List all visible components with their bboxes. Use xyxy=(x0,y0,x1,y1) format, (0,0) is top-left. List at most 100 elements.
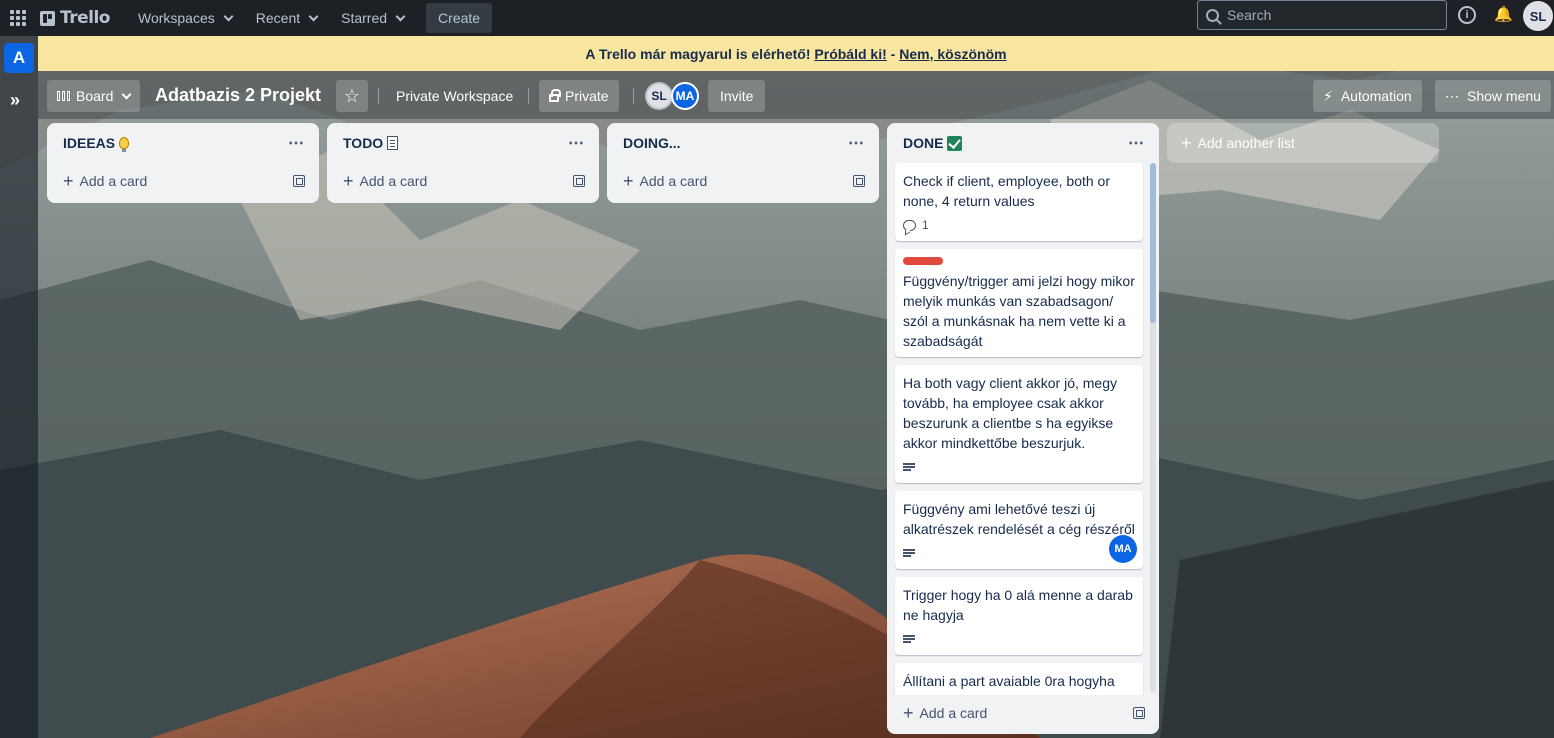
account-avatar[interactable]: SL xyxy=(1523,1,1553,31)
plus-icon: + xyxy=(1181,133,1192,153)
list-header[interactable]: DONE ⋯ xyxy=(887,123,1159,163)
banner-try-link[interactable]: Próbáld ki! xyxy=(814,46,886,62)
card-member-avatar[interactable]: MA xyxy=(1109,535,1137,563)
list-title: IDEEAS xyxy=(63,135,116,151)
recent-label: Recent xyxy=(255,10,301,26)
expand-sidebar-icon[interactable]: » xyxy=(10,90,20,111)
card-title: Állítani a part avaiable 0ra hogyha xyxy=(903,673,1115,689)
card-title: Check if client, employee, both or none,… xyxy=(903,173,1110,209)
invite-button[interactable]: Invite xyxy=(708,80,766,112)
list-actions-ellipsis-icon[interactable]: ⋯ xyxy=(842,131,871,155)
card[interactable]: Trigger hogy ha 0 alá menne a darab ne h… xyxy=(895,577,1143,655)
visibility-label: Private xyxy=(565,88,609,104)
list-ideeas: IDEEAS ⋯ + Add a card xyxy=(47,123,319,203)
board-view-switcher[interactable]: Board xyxy=(47,80,141,112)
light-bulb-icon xyxy=(119,137,130,152)
workspace-sidebar: A » xyxy=(0,36,38,738)
list-footer: + Add a card xyxy=(891,695,1155,731)
card-template-icon[interactable] xyxy=(1133,707,1145,719)
board-visibility-button[interactable]: Private xyxy=(539,80,619,112)
card-label-red[interactable] xyxy=(903,257,943,265)
header-divider xyxy=(633,88,634,104)
list-title: DOING... xyxy=(623,135,681,151)
card-template-icon[interactable] xyxy=(853,175,865,187)
list-header[interactable]: DOING... ⋯ xyxy=(607,123,879,163)
chevron-down-icon xyxy=(121,89,132,99)
chevron-down-icon xyxy=(395,11,406,21)
lock-icon xyxy=(549,89,561,102)
add-card-button[interactable]: + Add a card xyxy=(623,172,708,190)
app-switcher-button[interactable] xyxy=(0,0,36,36)
list-header[interactable]: IDEEAS ⋯ xyxy=(47,123,319,163)
list-actions-ellipsis-icon[interactable]: ⋯ xyxy=(1122,131,1151,155)
notifications-bell-icon[interactable]: 🔔 xyxy=(1494,6,1513,24)
brand-name: Trello xyxy=(60,8,110,28)
automation-button[interactable]: ⚡︎ Automation xyxy=(1313,80,1422,112)
board-view-icon xyxy=(57,91,70,101)
recent-menu[interactable]: Recent xyxy=(246,3,327,33)
description-icon xyxy=(903,463,915,471)
card-title: Trigger hogy ha 0 alá menne a darab ne h… xyxy=(903,587,1133,623)
list-footer: + Add a card xyxy=(611,163,875,199)
member-avatar[interactable]: SL xyxy=(645,82,673,110)
add-card-label: Add a card xyxy=(359,173,428,189)
list-title-wrap: IDEEAS xyxy=(63,135,130,152)
workspaces-menu[interactable]: Workspaces xyxy=(128,3,242,33)
search-placeholder: Search xyxy=(1227,7,1272,23)
add-list-button[interactable]: + Add another list xyxy=(1167,123,1439,163)
show-menu-button[interactable]: ⋯ Show menu xyxy=(1435,80,1551,112)
memo-icon xyxy=(387,136,399,150)
create-button[interactable]: Create xyxy=(426,3,493,33)
banner-decline-link[interactable]: Nem, köszönöm xyxy=(899,46,1006,62)
trello-logo[interactable]: Trello xyxy=(36,4,114,32)
card[interactable]: Check if client, employee, both or none,… xyxy=(895,163,1143,241)
card-list: Check if client, employee, both or none,… xyxy=(887,163,1159,695)
search-input[interactable]: Search xyxy=(1197,0,1447,30)
add-card-button[interactable]: + Add a card xyxy=(903,703,987,723)
list-scrollbar[interactable] xyxy=(1150,163,1156,693)
starred-menu[interactable]: Starred xyxy=(331,3,414,33)
card-template-icon[interactable] xyxy=(573,175,585,187)
card[interactable]: Állítani a part avaiable 0ra hogyha xyxy=(895,663,1143,695)
comment-icon xyxy=(903,219,916,231)
add-list-label: Add another list xyxy=(1197,135,1295,151)
card[interactable]: Ha both vagy client akkor jó, megy továb… xyxy=(895,365,1143,483)
card-template-icon[interactable] xyxy=(293,175,305,187)
list-actions-ellipsis-icon[interactable]: ⋯ xyxy=(562,131,591,155)
add-card-label: Add a card xyxy=(79,173,148,189)
card-title: Ha both vagy client akkor jó, megy továb… xyxy=(903,375,1117,451)
card[interactable]: Függvény ami lehetővé teszi új alkatrész… xyxy=(895,491,1143,569)
star-icon[interactable]: ☆ xyxy=(336,80,368,112)
list-footer: + Add a card xyxy=(331,163,595,199)
chevron-down-icon xyxy=(308,11,319,21)
chevron-down-icon xyxy=(223,11,234,21)
card[interactable]: Függvény/trigger ami jelzi hogy mikor me… xyxy=(895,249,1143,357)
card-badges xyxy=(903,543,1135,563)
plus-icon: + xyxy=(343,171,354,191)
header-divider xyxy=(528,88,529,104)
board-title[interactable]: Adatbazis 2 Projekt xyxy=(155,85,321,106)
description-icon xyxy=(903,635,915,643)
add-card-label: Add a card xyxy=(639,173,708,189)
card-title: Függvény ami lehetővé teszi új alkatrész… xyxy=(903,501,1135,537)
plus-icon: + xyxy=(903,703,914,723)
list-title-wrap: DONE xyxy=(903,135,963,151)
info-icon[interactable]: i xyxy=(1458,6,1476,24)
workspace-visibility-button[interactable]: Private Workspace xyxy=(388,80,521,112)
card-badges xyxy=(903,457,1135,477)
list-header[interactable]: TODO ⋯ xyxy=(327,123,599,163)
member-avatar[interactable]: MA xyxy=(671,82,699,110)
list-actions-ellipsis-icon[interactable]: ⋯ xyxy=(282,131,311,155)
header-divider xyxy=(378,88,379,104)
list-title-wrap: TODO xyxy=(343,135,399,151)
add-card-button[interactable]: + Add a card xyxy=(63,172,148,190)
lightning-icon: ⚡︎ xyxy=(1323,87,1333,104)
add-card-button[interactable]: + Add a card xyxy=(343,171,428,191)
banner-text: A Trello már magyarul is elérhető! xyxy=(585,45,811,62)
grid-icon xyxy=(10,10,26,26)
banner-separator: - xyxy=(890,45,896,62)
scrollbar-thumb[interactable] xyxy=(1150,163,1156,323)
list-done: DONE ⋯ Check if client, employee, both o… xyxy=(887,123,1159,734)
workspace-avatar[interactable]: A xyxy=(4,43,34,73)
board-view-label: Board xyxy=(76,88,114,104)
